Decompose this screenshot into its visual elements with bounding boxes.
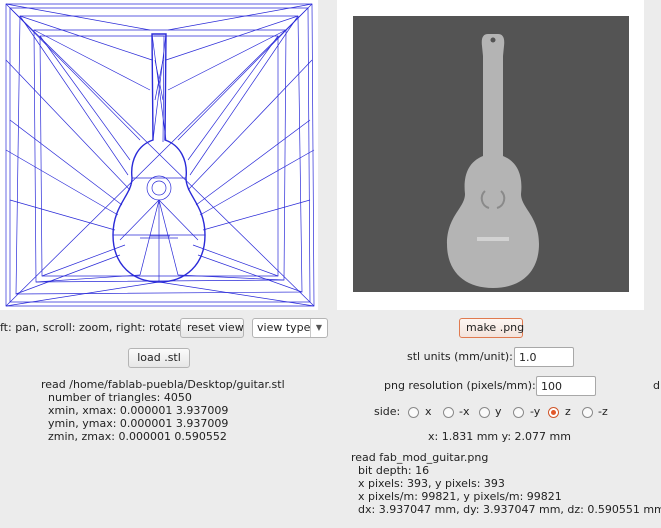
side-radio-z[interactable] — [548, 407, 559, 418]
side-radio-neg-x[interactable] — [443, 407, 454, 418]
side-radio-neg-z[interactable] — [582, 407, 593, 418]
load-stl-button[interactable]: load .stl — [128, 348, 190, 368]
side-radio-neg-z-label: -z — [598, 405, 608, 418]
side-radio-x-label: x — [425, 405, 432, 418]
reset-view-button[interactable]: reset view — [180, 318, 244, 338]
clipped-label-text: d — [653, 379, 660, 392]
mouse-hint-text: ft: pan, scroll: zoom, right: rotate — [0, 321, 183, 334]
png-info-bit-depth: bit depth: 16 — [358, 464, 430, 477]
stl-info-z-range: zmin, zmax: 0.000001 0.590552 — [48, 430, 227, 443]
stl-wireframe-view[interactable] — [0, 0, 318, 310]
stl-info-file: read /home/fablab-puebla/Desktop/guitar.… — [41, 378, 285, 391]
make-png-button[interactable]: make .png — [459, 318, 524, 338]
side-radio-y[interactable] — [479, 407, 490, 418]
view-type-select[interactable]: view type ▼ — [252, 318, 328, 338]
chevron-down-icon: ▼ — [310, 319, 327, 337]
view-type-value: view type — [257, 321, 311, 334]
guitar-mesh-wireframe — [5, 3, 315, 307]
png-heightmap-image[interactable] — [353, 16, 629, 292]
png-info-dimensions: dx: 3.937047 mm, dy: 3.937047 mm, dz: 0.… — [358, 503, 661, 516]
png-info-pixels-per-m: x pixels/m: 99821, y pixels/m: 99821 — [358, 490, 562, 503]
side-radio-neg-y-label: -y — [530, 405, 541, 418]
side-radio-neg-y[interactable] — [513, 407, 524, 418]
side-label: side: — [374, 405, 401, 418]
stl-units-input[interactable] — [514, 347, 574, 367]
png-info-pixels: x pixels: 393, y pixels: 393 — [358, 477, 505, 490]
stl-units-label: stl units (mm/unit): — [407, 350, 513, 363]
stl-info-x-range: xmin, xmax: 0.000001 3.937009 — [48, 404, 229, 417]
cursor-coordinates: x: 1.831 mm y: 2.077 mm — [428, 430, 571, 443]
side-radio-neg-x-label: -x — [459, 405, 470, 418]
png-preview-panel — [337, 0, 644, 310]
side-radio-z-label: z — [565, 405, 571, 418]
guitar-silhouette — [447, 34, 539, 288]
side-radio-x[interactable] — [408, 407, 419, 418]
side-radio-y-label: y — [495, 405, 502, 418]
png-info-file: read fab_mod_guitar.png — [351, 451, 489, 464]
png-resolution-label: png resolution (pixels/mm): — [384, 379, 536, 392]
stl-info-triangles: number of triangles: 4050 — [48, 391, 192, 404]
stl-info-y-range: ymin, ymax: 0.000001 3.937009 — [48, 417, 229, 430]
png-resolution-input[interactable] — [536, 376, 596, 396]
